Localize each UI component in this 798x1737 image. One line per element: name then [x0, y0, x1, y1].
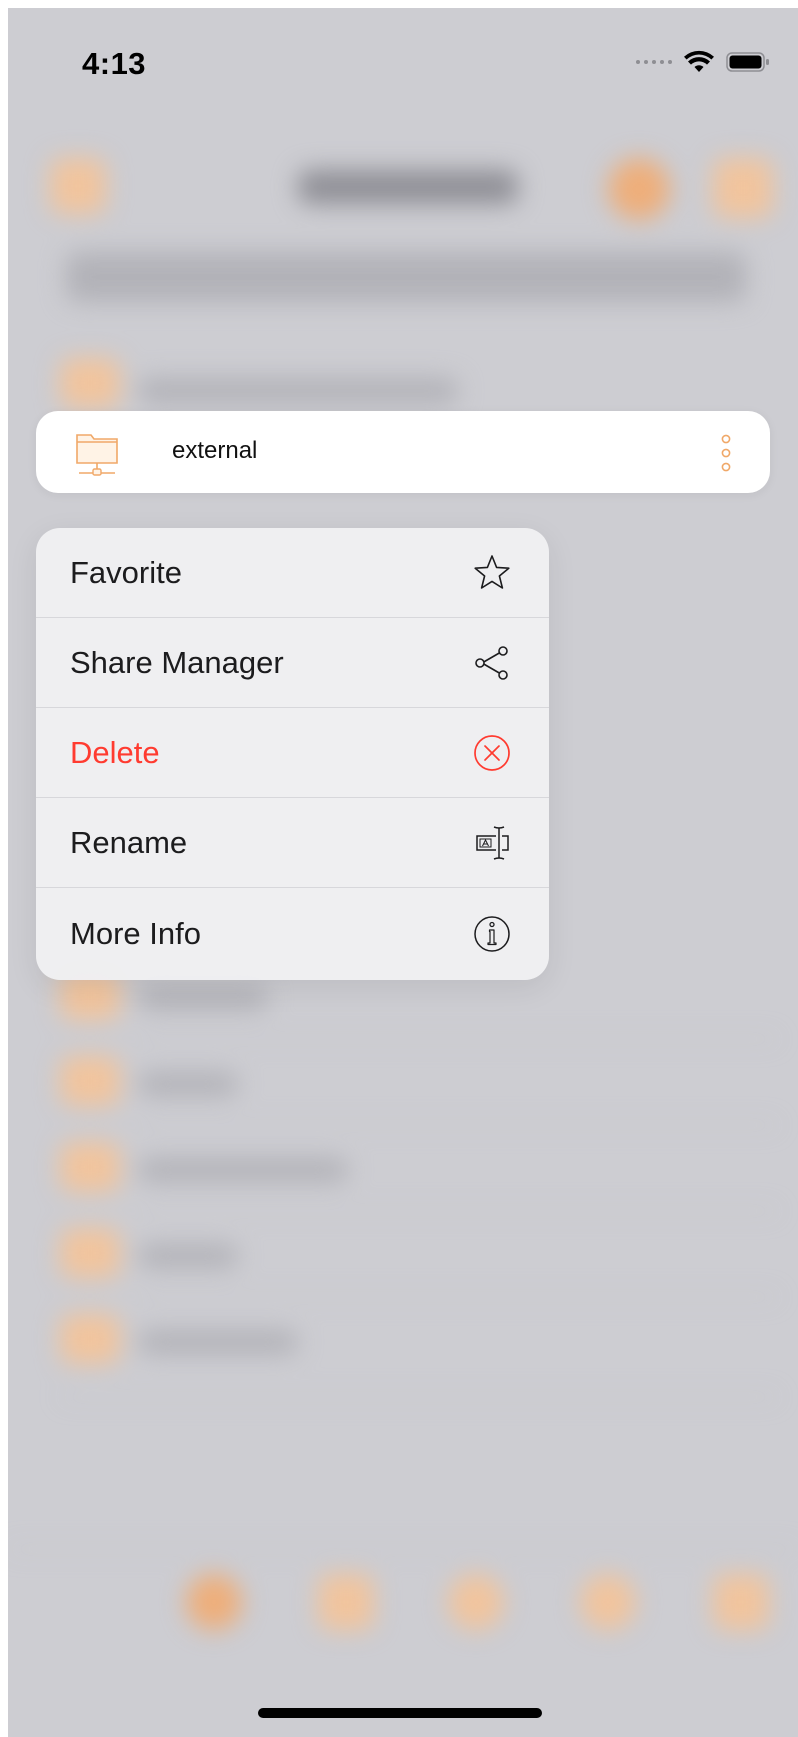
list-label-blur — [138, 986, 268, 1010]
list-separator — [60, 1396, 778, 1398]
list-label-blur — [138, 1158, 348, 1182]
nav-more-icon — [713, 158, 773, 218]
info-icon — [474, 916, 510, 952]
list-label-blur — [138, 1330, 298, 1354]
star-icon — [474, 554, 510, 589]
status-icons — [636, 50, 770, 74]
context-menu: Favorite Share Manager Delete Rename Mor… — [36, 528, 549, 980]
list-folder-icon — [60, 1142, 120, 1192]
menu-item-label: Share Manager — [70, 644, 284, 680]
screen: 4:13 external Favorite Share Manager Del… — [8, 8, 798, 1737]
back-icon — [50, 158, 106, 214]
preview-row[interactable]: external — [36, 411, 770, 493]
tab-icon — [186, 1574, 242, 1630]
tab-icon — [318, 1574, 374, 1630]
more-vertical-icon[interactable] — [720, 433, 732, 473]
list-label-blur — [138, 1244, 238, 1268]
battery-icon — [726, 52, 769, 72]
nav-title-blur — [298, 170, 518, 204]
list-separator — [138, 1124, 778, 1126]
menu-item-label: Favorite — [70, 554, 182, 590]
menu-item-rename[interactable]: Rename — [36, 798, 549, 888]
menu-item-share-manager[interactable]: Share Manager — [36, 618, 549, 708]
menu-item-label: More Info — [70, 916, 201, 951]
row-label: external — [172, 437, 258, 464]
list-separator — [138, 1210, 778, 1212]
list-separator — [138, 1296, 778, 1298]
share-icon — [475, 645, 508, 680]
list-folder-icon — [60, 358, 120, 408]
tab-icon — [580, 1574, 636, 1630]
menu-item-more-info[interactable]: More Info — [36, 888, 549, 980]
status-time: 4:13 — [82, 46, 147, 81]
home-indicator[interactable] — [258, 1708, 542, 1718]
menu-item-favorite[interactable]: Favorite — [36, 528, 549, 618]
list-label-blur — [138, 378, 458, 404]
tab-bar-separator — [8, 1548, 798, 1550]
menu-item-label: Rename — [70, 824, 188, 860]
nav-action-icon — [608, 158, 670, 220]
network-folder-icon — [76, 434, 118, 476]
list-folder-icon — [60, 1056, 120, 1106]
wifi-icon — [684, 50, 714, 72]
delete-circle-x-icon — [474, 734, 510, 771]
cellular-signal-icon — [636, 60, 672, 64]
search-bar-blur — [66, 252, 746, 302]
list-folder-icon — [60, 1228, 120, 1278]
list-label-blur — [138, 1072, 238, 1096]
tab-icon — [448, 1574, 504, 1630]
menu-item-label: Delete — [70, 734, 160, 770]
list-folder-icon — [60, 1314, 120, 1364]
rename-icon — [476, 825, 509, 860]
list-separator — [138, 1038, 778, 1040]
menu-item-delete[interactable]: Delete — [36, 708, 549, 798]
tab-icon — [713, 1574, 769, 1630]
